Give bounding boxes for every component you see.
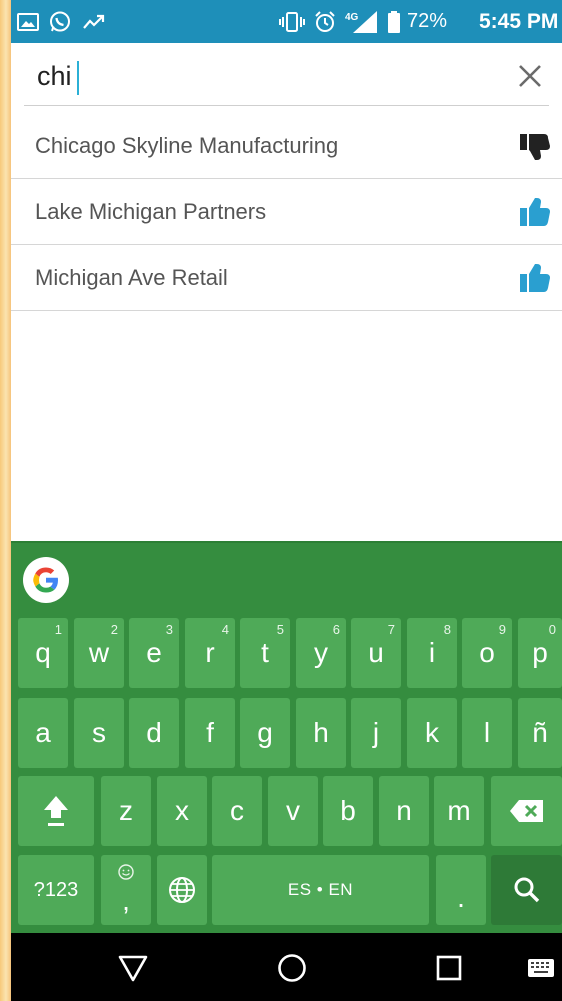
key-p[interactable]: p0 <box>518 618 562 688</box>
back-button[interactable] <box>115 950 151 986</box>
trending-icon <box>82 0 106 43</box>
text-caret <box>77 61 79 95</box>
list-item[interactable]: Lake Michigan Partners <box>11 179 562 245</box>
keyboard-icon <box>528 959 554 977</box>
keyboard-suggestion-strip <box>11 543 562 609</box>
home-button[interactable] <box>274 950 310 986</box>
result-label: Lake Michigan Partners <box>35 199 267 224</box>
result-label: Chicago Skyline Manufacturing <box>35 133 339 158</box>
battery-icon <box>387 0 401 43</box>
key-u[interactable]: u7 <box>351 618 401 688</box>
back-icon <box>118 955 148 982</box>
thumbs-up-icon[interactable] <box>518 195 552 229</box>
status-time: 5:45 PM <box>479 9 559 33</box>
results-list: Chicago Skyline Manufacturing Lake Michi… <box>11 113 562 311</box>
key-g[interactable]: g <box>240 698 290 768</box>
backspace-icon <box>509 800 543 822</box>
vibrate-icon <box>279 0 305 43</box>
key-h[interactable]: h <box>296 698 346 768</box>
search-input[interactable]: chi <box>37 61 72 91</box>
key-i[interactable]: i8 <box>407 618 457 688</box>
phone-screen: 4G 72% 5:45 PM chi Chicago Skyline Manuf… <box>11 0 562 1001</box>
key-v[interactable]: v <box>268 776 318 846</box>
navigation-bar <box>11 933 562 1001</box>
key-w[interactable]: w2 <box>74 618 124 688</box>
key-o[interactable]: o9 <box>462 618 512 688</box>
key-b[interactable]: b <box>323 776 373 846</box>
key-y[interactable]: y6 <box>296 618 346 688</box>
shift-key[interactable] <box>18 776 94 846</box>
key-n-tilde[interactable]: ñ <box>518 698 562 768</box>
image-icon <box>17 0 39 43</box>
backspace-key[interactable] <box>491 776 562 846</box>
language-key[interactable] <box>157 855 207 925</box>
key-s[interactable]: s <box>74 698 124 768</box>
key-l[interactable]: l <box>462 698 512 768</box>
emoji-icon <box>118 864 134 880</box>
home-icon <box>278 954 306 982</box>
key-x[interactable]: x <box>157 776 207 846</box>
key-t[interactable]: t5 <box>240 618 290 688</box>
list-item[interactable]: Michigan Ave Retail <box>11 245 562 311</box>
close-icon <box>519 65 541 87</box>
period-key[interactable]: . <box>436 855 486 925</box>
recents-button[interactable] <box>431 950 467 986</box>
key-k[interactable]: k <box>407 698 457 768</box>
key-j[interactable]: j <box>351 698 401 768</box>
thumbs-up-icon[interactable] <box>518 261 552 295</box>
thumbs-down-icon[interactable] <box>518 129 552 163</box>
key-d[interactable]: d <box>129 698 179 768</box>
key-a[interactable]: a <box>18 698 68 768</box>
alarm-icon <box>313 0 337 43</box>
battery-percent: 72% <box>407 10 448 32</box>
list-item[interactable]: Chicago Skyline Manufacturing <box>11 113 562 179</box>
key-z[interactable]: z <box>101 776 151 846</box>
search-key[interactable] <box>491 855 562 925</box>
symbols-key[interactable]: ?123 <box>18 855 94 925</box>
whatsapp-icon <box>48 0 72 43</box>
clear-search-button[interactable] <box>513 59 547 93</box>
svg-text:4G: 4G <box>345 12 359 23</box>
result-label: Michigan Ave Retail <box>35 265 228 290</box>
globe-icon <box>169 877 195 903</box>
google-icon[interactable] <box>23 557 69 603</box>
soft-keyboard: q1 w2 e3 r4 t5 y6 u7 i8 o9 p0 a s d f g … <box>11 541 562 933</box>
shift-icon <box>44 796 68 826</box>
keyboard-switch-button[interactable] <box>523 950 559 986</box>
key-c[interactable]: c <box>212 776 262 846</box>
recents-icon <box>436 955 462 981</box>
search-bar[interactable]: chi <box>24 43 549 106</box>
status-bar: 4G 72% 5:45 PM <box>11 0 562 43</box>
key-q[interactable]: q1 <box>18 618 68 688</box>
signal-icon: 4G <box>345 0 379 43</box>
key-e[interactable]: e3 <box>129 618 179 688</box>
space-key[interactable]: ES • EN <box>212 855 429 925</box>
key-n[interactable]: n <box>379 776 429 846</box>
emoji-comma-key[interactable]: , <box>101 855 151 925</box>
key-f[interactable]: f <box>185 698 235 768</box>
key-m[interactable]: m <box>434 776 484 846</box>
key-r[interactable]: r4 <box>185 618 235 688</box>
search-icon <box>514 877 539 903</box>
